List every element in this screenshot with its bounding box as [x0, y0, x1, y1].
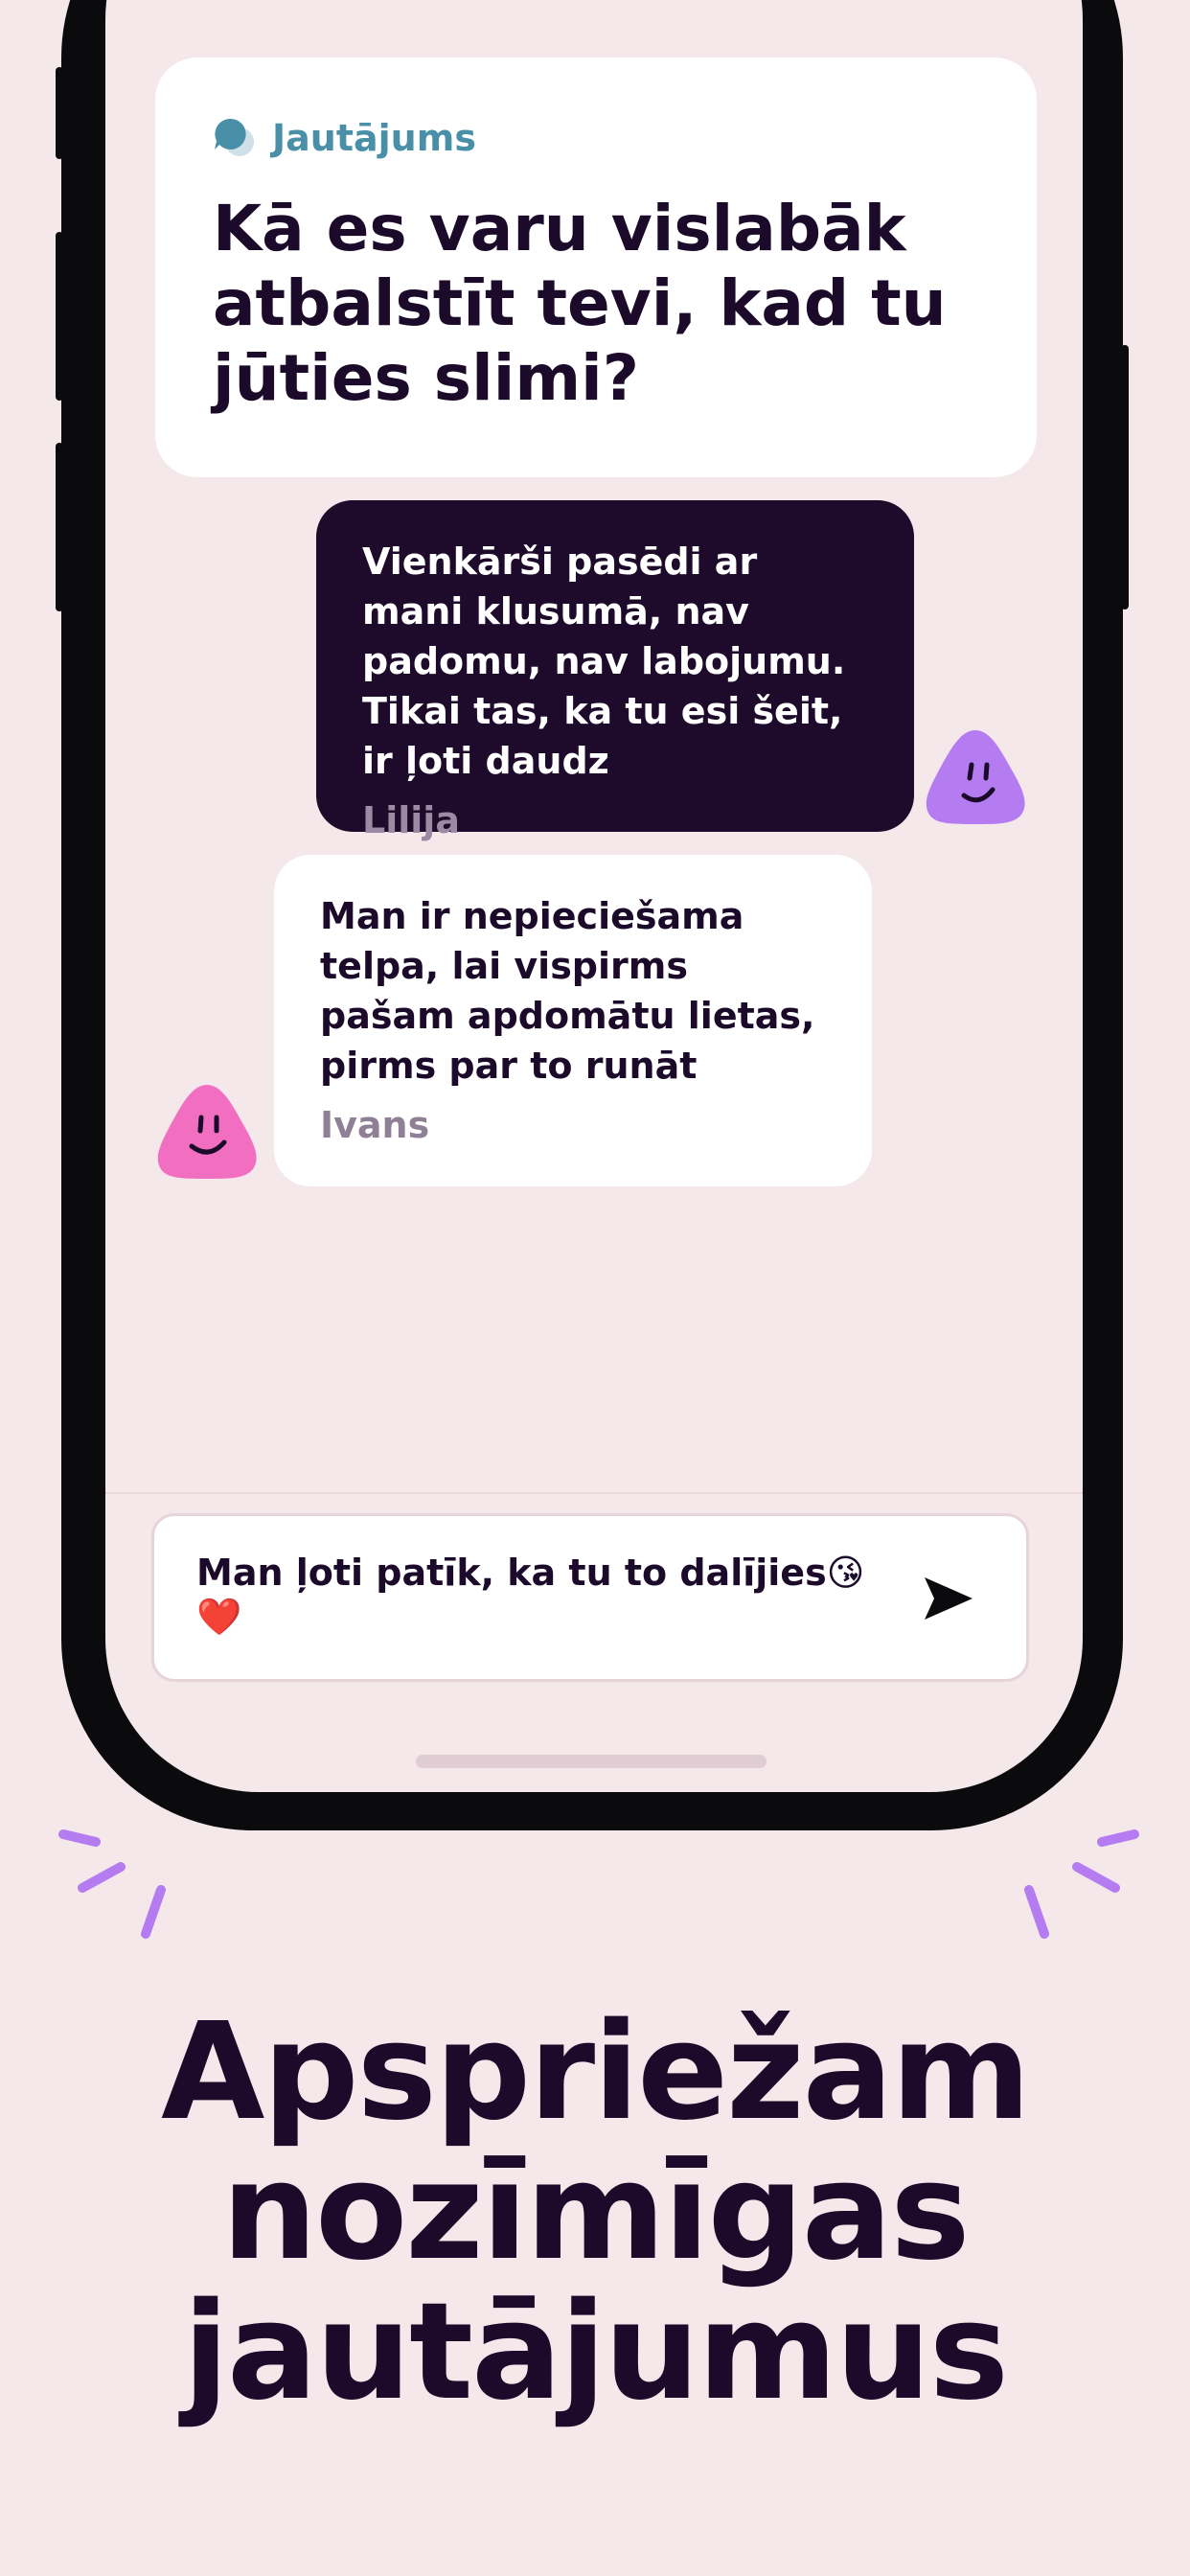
question-label: Jautājums — [272, 117, 476, 159]
message-text: Man ir nepieciešama telpa, lai vispirms … — [320, 895, 815, 1087]
composer-divider — [105, 1492, 1083, 1494]
pink-smiley-avatar — [157, 1085, 257, 1179]
phone-side-button — [56, 443, 63, 611]
message-bubble: Vienkārši pasēdi ar mani klusumā, nav pa… — [316, 500, 914, 841]
phone-power-button — [1121, 345, 1129, 610]
message-input-text[interactable]: Man ļoti patīk, ka tu to dalījies😘❤️ — [196, 1551, 886, 1639]
home-indicator — [416, 1755, 767, 1768]
phone-side-button — [56, 232, 63, 401]
message-text: Vienkārši pasēdi ar mani klusumā, nav pa… — [362, 540, 846, 782]
headline: Apspriežam nozīmīgas jautājumus — [161, 1994, 1031, 2430]
question-card: Jautājums Kā es varu vislabāk atbalstīt … — [155, 58, 1037, 477]
phone-screen: Jautājums Kā es varu vislabāk atbalstīt … — [105, 0, 1083, 1792]
phone-side-button — [56, 67, 63, 159]
message-author: Ivans — [320, 1104, 430, 1146]
message-author: Lilija — [362, 799, 460, 841]
sparkle-icon — [1024, 1829, 1139, 1939]
message-bubble: Man ir nepieciešama telpa, lai vispirms … — [274, 855, 872, 1186]
question-text: Kā es varu vislabāk atbalstīt tevi, kad … — [213, 192, 947, 415]
question-header: Jautājums — [213, 115, 476, 161]
speech-bubbles-icon — [215, 118, 254, 156]
message-input[interactable]: Man ļoti patīk, ka tu to dalījies😘❤️ — [151, 1513, 1029, 1682]
sparkle-icon — [58, 1829, 166, 1939]
purple-smiley-avatar — [926, 730, 1025, 824]
send-icon[interactable] — [919, 1570, 976, 1627]
